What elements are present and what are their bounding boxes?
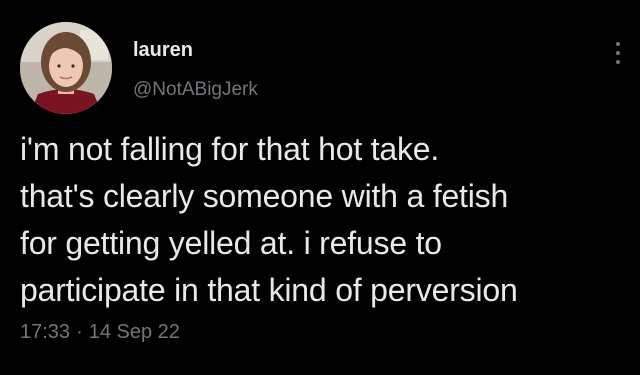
tweet-card: lauren @NotABigJerk i'm not falling for …	[0, 0, 640, 375]
more-options-icon[interactable]	[608, 36, 628, 70]
profile-photo-icon	[20, 22, 112, 114]
meta-separator: ·	[76, 321, 83, 343]
tweet-text: i'm not falling for that hot take. that'…	[20, 131, 518, 308]
user-handle[interactable]: @NotABigJerk	[133, 78, 258, 102]
avatar[interactable]	[20, 22, 112, 114]
display-name[interactable]: lauren	[133, 38, 193, 62]
tweet-time: 17:33	[20, 321, 71, 343]
tweet-timestamp[interactable]: 17:33 · 14 Sep 22	[20, 320, 180, 344]
tweet-date: 14 Sep 22	[88, 321, 180, 343]
